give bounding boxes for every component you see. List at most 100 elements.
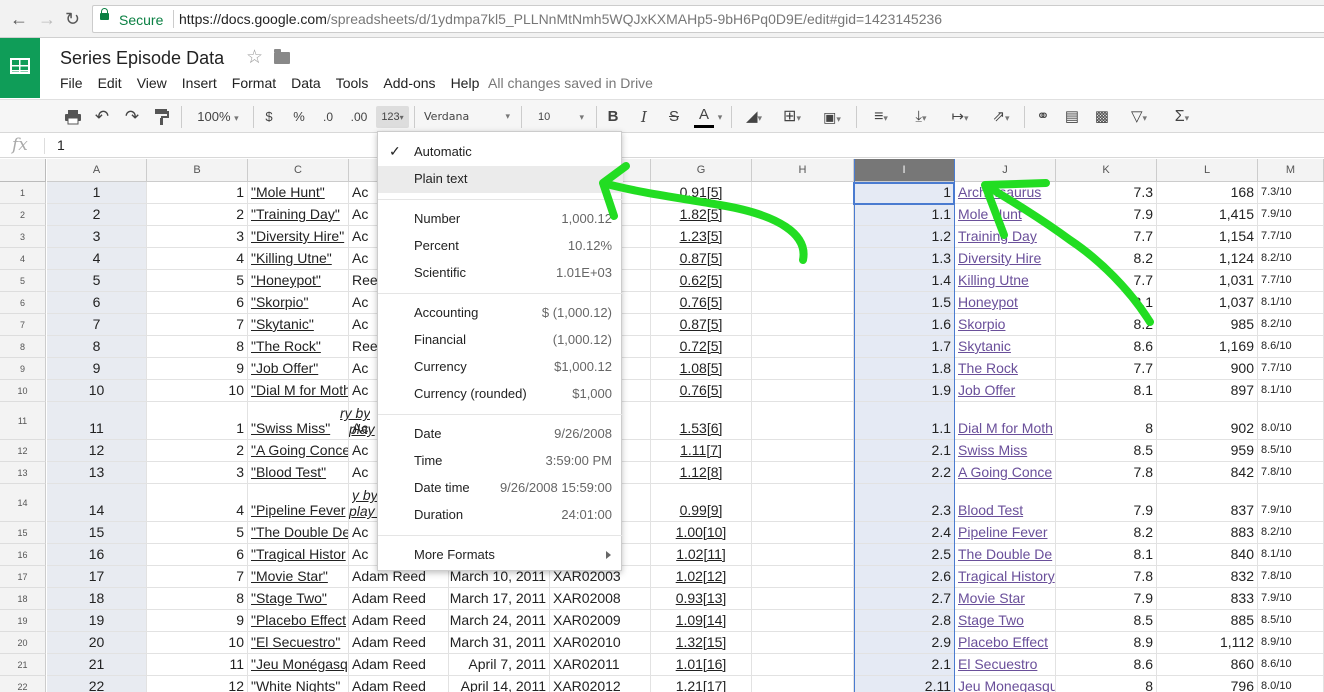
cell-l15[interactable]: 883 [1157, 522, 1258, 544]
cell-l16[interactable]: 840 [1157, 544, 1258, 566]
cell-c6[interactable]: "Skorpio" [248, 292, 349, 314]
cell-l21[interactable]: 860 [1157, 654, 1258, 676]
cell-g8[interactable]: 0.72[5] [651, 336, 752, 358]
cell-c8[interactable]: "The Rock" [248, 336, 349, 358]
cell-i15[interactable]: 2.4 [854, 522, 955, 544]
column-header-a[interactable]: A [47, 159, 147, 182]
row-header[interactable]: 21 [0, 654, 46, 676]
cell-i2[interactable]: 1.1 [854, 204, 955, 226]
format-option-date-time[interactable]: Date time 9/26/2008 15:59:00 [378, 475, 623, 502]
cell-m6[interactable]: 8.1/10 [1258, 292, 1324, 314]
cell-b4[interactable]: 4 [147, 248, 248, 270]
cell-m8[interactable]: 8.6/10 [1258, 336, 1324, 358]
text-color-button[interactable]: A [694, 106, 714, 128]
row-header[interactable]: 5 [0, 270, 46, 292]
cell-m14[interactable]: 7.9/10 [1258, 484, 1324, 522]
address-bar[interactable]: Secure https://docs.google.com/spreadshe… [92, 5, 1324, 33]
cell-i5[interactable]: 1.4 [854, 270, 955, 292]
cell-h20[interactable] [752, 632, 854, 654]
cell-c5[interactable]: "Honeypot" [248, 270, 349, 292]
sheets-logo-icon[interactable] [0, 38, 40, 98]
borders-icon[interactable]: ⊞▾ [778, 106, 806, 128]
document-title[interactable]: Series Episode Data [60, 48, 224, 69]
cell-a19[interactable]: 19 [47, 610, 147, 632]
cell-k18[interactable]: 7.9 [1056, 588, 1157, 610]
row-header[interactable]: 10 [0, 380, 46, 402]
cell-b2[interactable]: 2 [147, 204, 248, 226]
cell-a16[interactable]: 16 [47, 544, 147, 566]
cell-i8[interactable]: 1.7 [854, 336, 955, 358]
cell-e22[interactable]: April 14, 2011 [449, 676, 550, 692]
cell-i17[interactable]: 2.6 [854, 566, 955, 588]
cell-m1[interactable]: 7.3/10 [1258, 182, 1324, 204]
cell-m11[interactable]: 8.0/10 [1258, 402, 1324, 440]
column-header-m[interactable]: M [1258, 159, 1324, 182]
cell-i3[interactable]: 1.2 [854, 226, 955, 248]
cell-h13[interactable] [752, 462, 854, 484]
menu-add-ons[interactable]: Add-ons [383, 75, 435, 91]
currency-format-button[interactable]: $ [262, 106, 276, 128]
cell-b22[interactable]: 12 [147, 676, 248, 692]
cell-e20[interactable]: March 31, 2011 [449, 632, 550, 654]
cell-m13[interactable]: 7.8/10 [1258, 462, 1324, 484]
zoom-select[interactable]: 100% ▾ [190, 106, 246, 128]
column-header-g[interactable]: G [651, 159, 752, 182]
redo-icon[interactable]: ↷ [123, 106, 141, 128]
format-option-financial[interactable]: Financial (1,000.12) [378, 327, 623, 354]
cell-g22[interactable]: 1.21[17] [651, 676, 752, 692]
menu-data[interactable]: Data [291, 75, 321, 91]
cell-d19[interactable]: Adam Reed [349, 610, 449, 632]
cell-k6[interactable]: 8.1 [1056, 292, 1157, 314]
cell-k3[interactable]: 7.7 [1056, 226, 1157, 248]
cell-j13[interactable]: A Going Conce [955, 462, 1056, 484]
cell-c7[interactable]: "Skytanic" [248, 314, 349, 336]
cell-c20[interactable]: "El Secuestro" [248, 632, 349, 654]
cell-g13[interactable]: 1.12[8] [651, 462, 752, 484]
cell-j7[interactable]: Skorpio [955, 314, 1056, 336]
cell-g4[interactable]: 0.87[5] [651, 248, 752, 270]
cell-j3[interactable]: Training Day [955, 226, 1056, 248]
text-wrapping-icon[interactable]: ↦▾ [945, 106, 975, 128]
cell-j6[interactable]: Honeypot [955, 292, 1056, 314]
cell-d21[interactable]: Adam Reed [349, 654, 449, 676]
cell-c4[interactable]: "Killing Utne" [248, 248, 349, 270]
cell-g14[interactable]: 0.99[9] [651, 484, 752, 522]
row-header[interactable]: 4 [0, 248, 46, 270]
cell-l20[interactable]: 1,112 [1157, 632, 1258, 654]
cell-l5[interactable]: 1,031 [1157, 270, 1258, 292]
format-option-currency-rounded[interactable]: Currency (rounded) $1,000 [378, 381, 623, 408]
cell-m20[interactable]: 8.9/10 [1258, 632, 1324, 654]
format-option-duration[interactable]: Duration 24:01:00 [378, 502, 623, 529]
cell-m16[interactable]: 8.1/10 [1258, 544, 1324, 566]
cell-h10[interactable] [752, 380, 854, 402]
menu-help[interactable]: Help [451, 75, 480, 91]
cell-i18[interactable]: 2.7 [854, 588, 955, 610]
cell-c14[interactable]: "Pipeline Fever [248, 484, 349, 522]
cell-b7[interactable]: 7 [147, 314, 248, 336]
cell-g15[interactable]: 1.00[10] [651, 522, 752, 544]
cell-h19[interactable] [752, 610, 854, 632]
cell-j20[interactable]: Placebo Effect [955, 632, 1056, 654]
cell-l9[interactable]: 900 [1157, 358, 1258, 380]
cell-i20[interactable]: 2.9 [854, 632, 955, 654]
cell-g20[interactable]: 1.32[15] [651, 632, 752, 654]
cell-j14[interactable]: Blood Test [955, 484, 1056, 522]
cell-i10[interactable]: 1.9 [854, 380, 955, 402]
cell-m2[interactable]: 7.9/10 [1258, 204, 1324, 226]
cell-j18[interactable]: Movie Star [955, 588, 1056, 610]
cell-i16[interactable]: 2.5 [854, 544, 955, 566]
cell-g7[interactable]: 0.87[5] [651, 314, 752, 336]
star-icon[interactable]: ☆ [246, 46, 263, 69]
cell-j19[interactable]: Stage Two [955, 610, 1056, 632]
cell-c13[interactable]: "Blood Test" [248, 462, 349, 484]
print-icon[interactable] [64, 108, 82, 126]
cell-k12[interactable]: 8.5 [1056, 440, 1157, 462]
cell-j9[interactable]: The Rock [955, 358, 1056, 380]
format-option-more-formats[interactable]: More Formats [378, 542, 623, 569]
insert-link-icon[interactable]: ⚭ [1033, 106, 1053, 128]
cell-j4[interactable]: Diversity Hire [955, 248, 1056, 270]
cell-j5[interactable]: Killing Utne [955, 270, 1056, 292]
cell-l2[interactable]: 1,415 [1157, 204, 1258, 226]
cell-b8[interactable]: 8 [147, 336, 248, 358]
cell-h18[interactable] [752, 588, 854, 610]
